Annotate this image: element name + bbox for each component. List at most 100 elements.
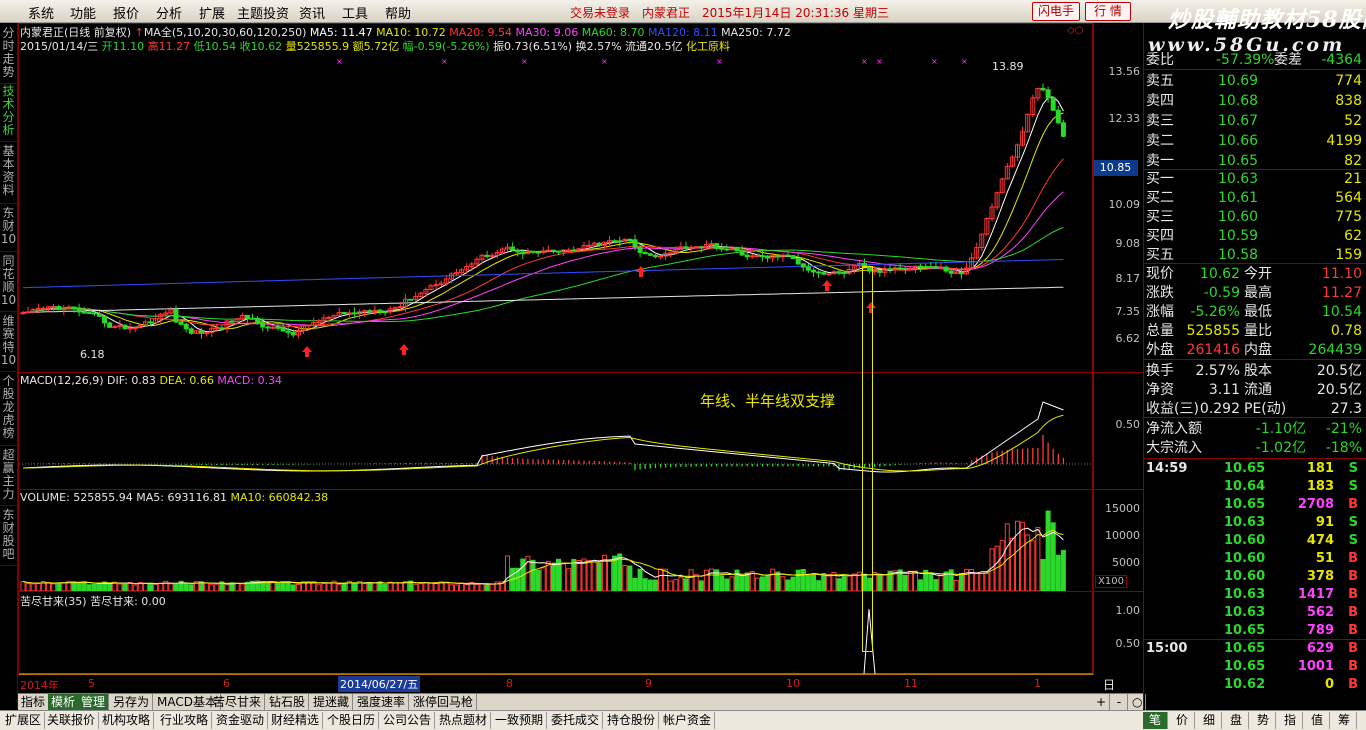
tick-row: 10.65 1001 B [1146, 658, 1364, 676]
tab-account-funds[interactable]: 帐户资金 [660, 712, 716, 729]
tab-limit-up[interactable]: 涨停回马枪 [410, 694, 478, 710]
tab-index[interactable]: 指 [1278, 712, 1303, 729]
tab-orders[interactable]: 委托成交 [548, 712, 604, 729]
tick-volume: 181 [1306, 461, 1334, 476]
volume-bar [612, 555, 618, 591]
menu-tools[interactable]: 工具 [342, 3, 368, 22]
tick-side: B [1348, 497, 1358, 512]
tick-side: B [1348, 605, 1358, 620]
signal-marker: × [961, 57, 968, 66]
tab-related-quote[interactable]: 关联报价 [44, 712, 100, 729]
tab-hide-seek[interactable]: 提迷藏 [310, 694, 354, 710]
sell-level-row: 卖五 10.69 774 [1146, 72, 1364, 90]
menu-theme-invest[interactable]: 主题投资 [237, 3, 289, 22]
volume-bar [882, 574, 888, 591]
tab-save-as[interactable]: 另存为 [110, 694, 154, 710]
tab-institution[interactable]: 机构攻略 [99, 712, 155, 729]
divider [1144, 263, 1366, 264]
menu-extend[interactable]: 扩展 [199, 3, 225, 22]
menu-help[interactable]: 帮助 [385, 3, 411, 22]
candle-body [642, 251, 648, 255]
x-label: 10 [786, 677, 800, 690]
candle-body [346, 312, 352, 315]
tab-indicator[interactable]: 指标 [18, 694, 50, 710]
tab-value[interactable]: 值 [1305, 712, 1330, 729]
volume-bar [97, 583, 102, 591]
sell-level-row: 卖一 10.65 82 [1146, 152, 1364, 170]
volume-bar [275, 582, 281, 591]
volume-bar [1045, 510, 1051, 591]
tab-price[interactable]: 价 [1170, 712, 1195, 729]
volume-bar [826, 573, 832, 591]
tab-stock-calendar[interactable]: 个股日历 [324, 712, 380, 729]
volume-bar [372, 582, 378, 591]
tab-fund-drive[interactable]: 资金驱动 [213, 712, 269, 729]
tab-trend[interactable]: 势 [1251, 712, 1276, 729]
volume-bar [780, 576, 786, 591]
stat-row: 外盘 261416 内盘 264439 [1146, 341, 1364, 359]
tab-ticks[interactable]: 笔 [1143, 712, 1168, 729]
phone-button[interactable]: 闪电手 [1032, 2, 1080, 21]
stat-label: 总量 [1146, 323, 1174, 339]
tab-extend-area[interactable]: 扩展区 [2, 712, 46, 729]
volume-bar [703, 569, 709, 591]
zoom-in-button[interactable]: + [1093, 694, 1110, 710]
stat-value: 2.57% [1195, 363, 1240, 379]
stat-row: 收益(三) 0.292 PE(动) 27.3 [1146, 400, 1364, 418]
chart-corner-icons[interactable]: ◇○ [1067, 25, 1083, 36]
candle-body [566, 249, 572, 252]
tab-detail[interactable]: 细 [1197, 712, 1222, 729]
tab-kujin[interactable]: 苦尽甘来 [210, 694, 266, 710]
volume-bar [1004, 523, 1010, 591]
tab-timeshare[interactable]: 分时走势 [0, 27, 17, 84]
volume-bar [550, 563, 556, 591]
tick-price: 10.64 [1224, 479, 1266, 494]
x-label: 9 [645, 677, 652, 690]
tab-positions[interactable]: 持仓股份 [604, 712, 660, 729]
tab-finance-news[interactable]: 财经精选 [268, 712, 324, 729]
volume-bar [785, 579, 791, 591]
stat-value: 20.5亿 [1316, 363, 1362, 379]
tab-dongcai[interactable]: 东财10 [0, 207, 17, 252]
menu-analysis[interactable]: 分析 [156, 3, 182, 22]
tick-price: 10.60 [1224, 533, 1266, 548]
tab-weisaite[interactable]: 维赛特10 [0, 315, 17, 372]
tab-guba[interactable]: 东财股吧 [0, 509, 17, 566]
ma-line [22, 286, 1064, 313]
quote-panel: 委比 -57.39% 委差 -4364 卖五 10.69 774 卖四 10.68 838… [1143, 23, 1366, 709]
day-info-item: 额5.72亿 [352, 40, 403, 53]
menu-system[interactable]: 系统 [28, 3, 54, 22]
candle-body [86, 312, 92, 315]
tab-fundamentals[interactable]: 基本资料 [0, 145, 17, 204]
tab-manage[interactable]: 管理 [78, 694, 110, 710]
tab-diamond[interactable]: 钻石股 [266, 694, 310, 710]
login-status: 交易未登录 [570, 6, 631, 20]
tick-price: 10.60 [1224, 551, 1266, 566]
tab-announcements[interactable]: 公司公告 [380, 712, 436, 729]
market-button[interactable]: 行 情 [1085, 2, 1131, 21]
tab-dragon-tiger[interactable]: 个股龙虎榜 [0, 375, 17, 446]
candle-body [51, 305, 57, 308]
tab-board[interactable]: 盘 [1224, 712, 1249, 729]
menu-bar: 系统 功能 报价 分析 扩展 主题投资 资讯 工具 帮助 交易未登录 内蒙君正 … [0, 0, 1366, 23]
candle-body [571, 249, 577, 252]
tab-super-main[interactable]: 超赢主力 [0, 449, 17, 506]
tab-technical[interactable]: 技术分析 [0, 85, 17, 142]
menu-quote[interactable]: 报价 [113, 3, 139, 22]
tab-template[interactable]: 模析 [48, 694, 80, 710]
volume-bar [295, 583, 301, 591]
level-label: 卖三 [1146, 113, 1174, 129]
buy-level-row: 买三 10.60 775 [1146, 208, 1364, 226]
tab-tonghuashun[interactable]: 同花顺10 [0, 255, 17, 312]
zoom-out-button[interactable]: - [1111, 694, 1128, 710]
tab-chips[interactable]: 筹 [1332, 712, 1357, 729]
candle-body [1060, 122, 1066, 137]
kchart-day-info: 2015/01/14/三 开11.10 高11.27 低10.54 收10.62… [20, 38, 730, 54]
tab-industry[interactable]: 行业攻略 [157, 712, 213, 729]
tab-consensus[interactable]: 一致预期 [492, 712, 548, 729]
volume-bar [239, 583, 245, 591]
menu-function[interactable]: 功能 [70, 3, 96, 22]
tab-strength[interactable]: 强度速率 [354, 694, 410, 710]
menu-news[interactable]: 资讯 [299, 3, 325, 22]
tab-hot-topics[interactable]: 热点题材 [436, 712, 492, 729]
